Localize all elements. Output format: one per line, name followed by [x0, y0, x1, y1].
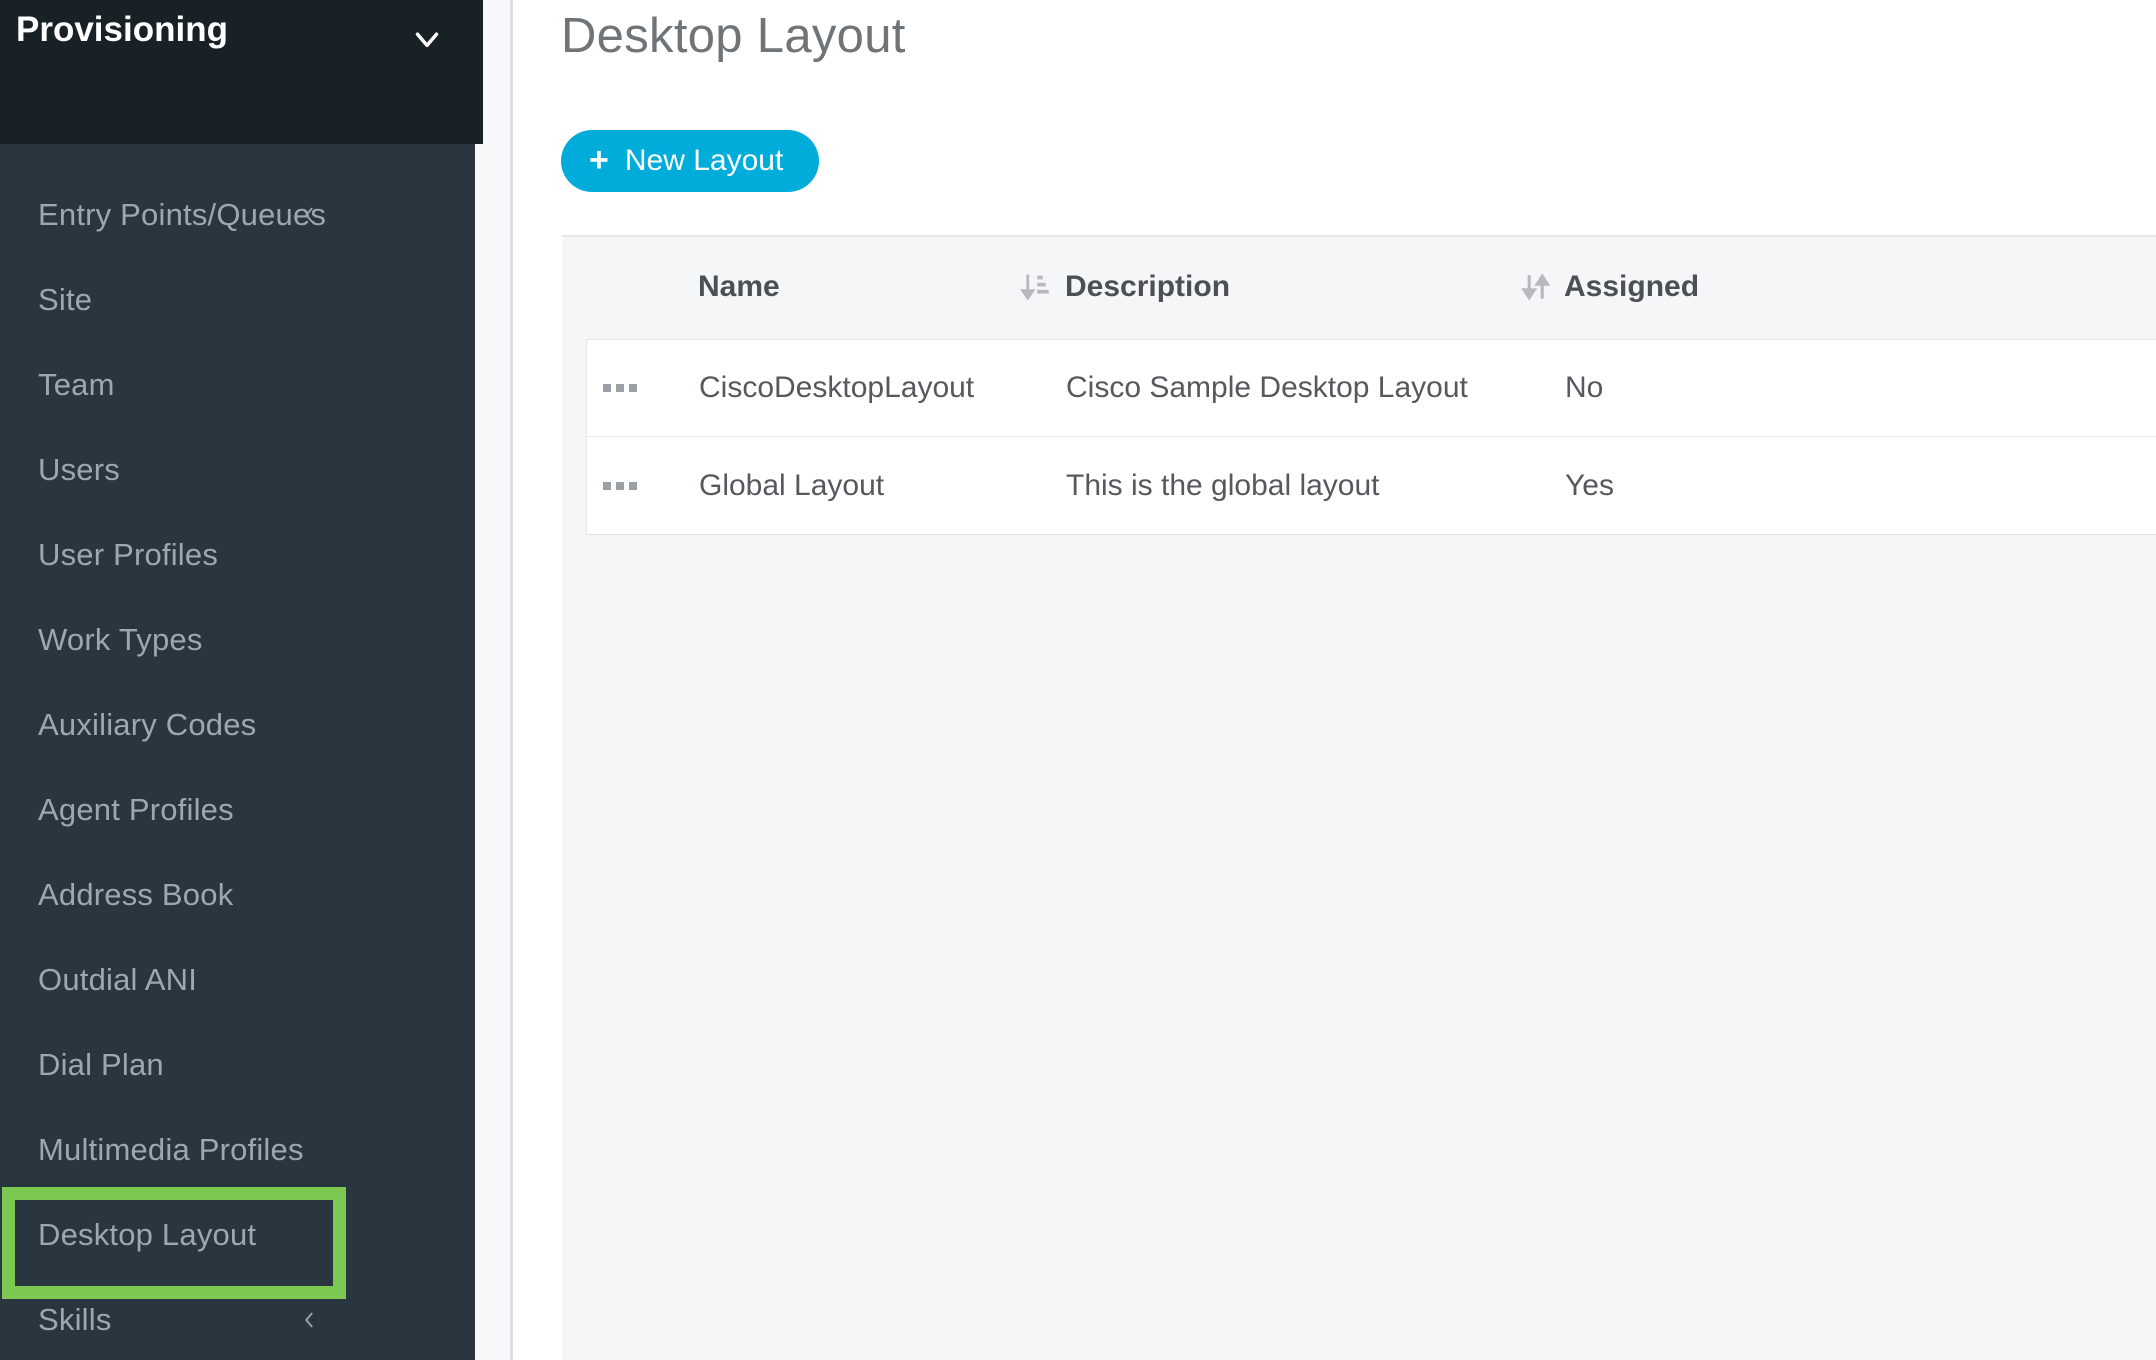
sidebar-item-label: Outdial ANI — [38, 961, 198, 997]
cell-description: Cisco Sample Desktop Layout — [1066, 371, 1468, 404]
column-header-name[interactable]: Name — [698, 270, 780, 304]
sidebar-item-address-book[interactable]: Address Book — [0, 852, 475, 937]
sort-unsorted-icon[interactable] — [1519, 270, 1553, 304]
sidebar-item-work-types[interactable]: Work Types — [0, 597, 475, 682]
page-title: Desktop Layout — [561, 9, 906, 63]
sidebar-nav-list: Entry Points/Queues Site Team Users User Pro… — [0, 144, 475, 1360]
sidebar-item-label: Skills — [38, 1301, 112, 1337]
cell-name: CiscoDesktopLayout — [699, 371, 975, 404]
sidebar-item-label: Multimedia Profiles — [38, 1131, 304, 1167]
row-actions-ellipsis-icon[interactable] — [603, 384, 637, 392]
sidebar-item-desktop-layout[interactable]: Desktop Layout — [0, 1192, 475, 1277]
sidebar-item-label: User Profiles — [38, 536, 219, 572]
sidebar-item-skills[interactable]: Skills — [0, 1277, 475, 1360]
chevron-down-icon[interactable] — [408, 20, 446, 58]
sidebar-item-entry-points-queues[interactable]: Entry Points/Queues — [0, 172, 475, 257]
sidebar: Provisioning Entry Points/Queues Site Team… — [0, 0, 560, 1360]
table-header-row: Name Description Assigned — [562, 237, 2156, 336]
sidebar-item-agent-profiles[interactable]: Agent Profiles — [0, 767, 475, 852]
sidebar-item-team[interactable]: Team — [0, 342, 475, 427]
sidebar-item-auxiliary-codes[interactable]: Auxiliary Codes — [0, 682, 475, 767]
column-header-assigned[interactable]: Assigned — [1564, 270, 1699, 304]
sidebar-item-label: Site — [38, 281, 93, 317]
layouts-table: Name Description Assigned CiscoDesktopLa… — [562, 235, 2156, 1360]
cell-assigned: Yes — [1565, 468, 1614, 502]
sidebar-item-dial-plan[interactable]: Dial Plan — [0, 1022, 475, 1107]
sidebar-item-multimedia-profiles[interactable]: Multimedia Profiles — [0, 1107, 475, 1192]
row-actions-ellipsis-icon[interactable] — [603, 481, 637, 490]
sidebar-header[interactable]: Provisioning — [0, 0, 483, 144]
sort-ascending-icon[interactable] — [1019, 270, 1053, 304]
chevron-left-icon[interactable] — [298, 202, 320, 228]
sidebar-header-title: Provisioning — [16, 10, 228, 49]
sidebar-item-label: Users — [38, 451, 120, 487]
column-header-description[interactable]: Description — [1065, 270, 1230, 304]
new-layout-button-label: New Layout — [624, 144, 784, 177]
table-row[interactable]: Global Layout This is the global layout … — [587, 437, 2156, 534]
sidebar-item-site[interactable]: Site — [0, 257, 475, 342]
sidebar-item-label: Desktop Layout — [38, 1216, 257, 1252]
new-layout-button[interactable]: + New Layout — [561, 130, 820, 192]
sidebar-item-label: Auxiliary Codes — [38, 706, 257, 742]
table-row[interactable]: CiscoDesktopLayout Cisco Sample Desktop … — [587, 340, 2156, 437]
sidebar-item-outdial-ani[interactable]: Outdial ANI — [0, 937, 475, 1022]
sidebar-item-user-profiles[interactable]: User Profiles — [0, 512, 475, 597]
sidebar-item-label: Agent Profiles — [38, 791, 234, 827]
sidebar-item-label: Work Types — [38, 621, 203, 657]
sidebar-item-label: Team — [38, 366, 115, 402]
table-body: CiscoDesktopLayout Cisco Sample Desktop … — [586, 339, 2156, 535]
plus-icon: + — [589, 141, 609, 179]
sidebar-item-users[interactable]: Users — [0, 427, 475, 512]
cell-assigned: No — [1565, 371, 1604, 404]
chevron-left-icon[interactable] — [298, 1307, 320, 1333]
cell-name: Global Layout — [699, 468, 885, 502]
sidebar-item-label: Address Book — [38, 876, 234, 912]
sidebar-item-label: Entry Points/Queues — [38, 196, 327, 232]
sidebar-item-label: Dial Plan — [38, 1046, 164, 1082]
main-content: Desktop Layout + New Layout Name Descrip… — [513, 0, 2156, 1360]
cell-description: This is the global layout — [1066, 468, 1380, 502]
